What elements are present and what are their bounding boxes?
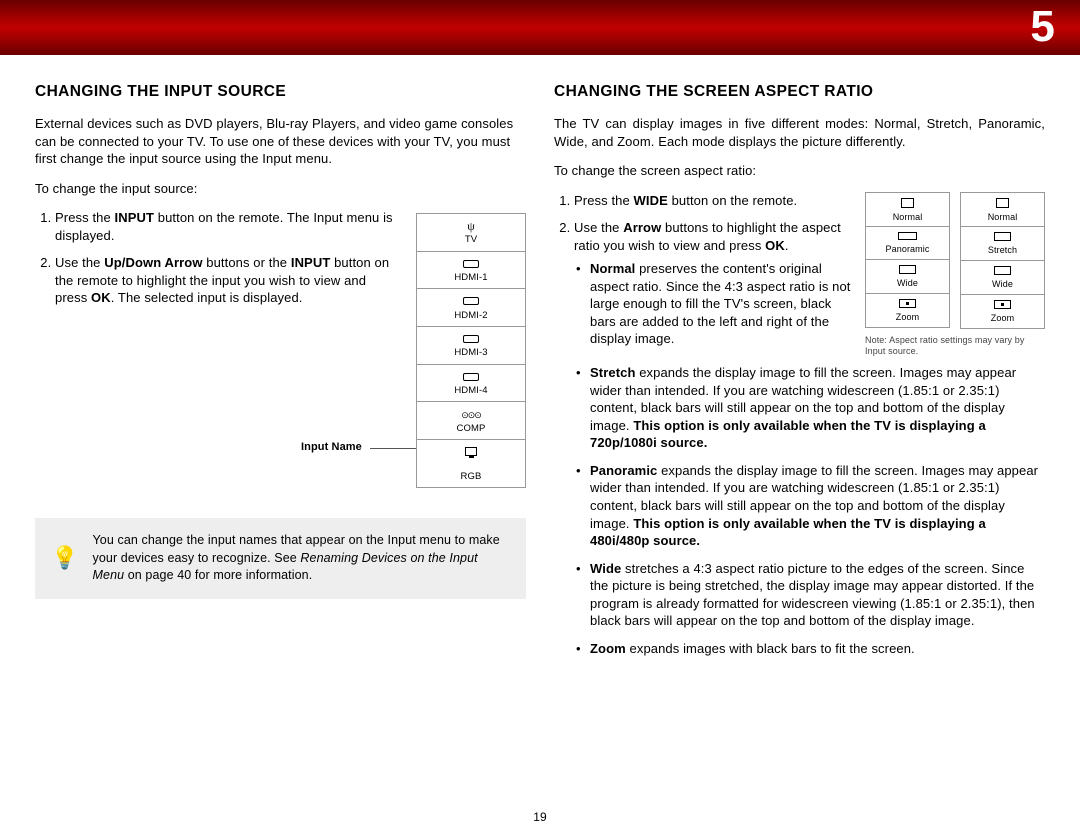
aspect-note: Note: Aspect ratio settings may vary by … [865,335,1045,358]
ratio-zoom-2: Zoom [960,295,1045,329]
left-heading: CHANGING THE INPUT SOURCE [35,83,526,101]
aspect-menu-left: Normal Panoramic Wide Zoom [865,192,950,329]
monitor-icon [465,447,477,456]
right-steps: Press the WIDE button on the remote. Use… [554,192,851,348]
left-step-2: Use the Up/Down Arrow buttons or the INP… [55,254,402,307]
desc-stretch: Stretch expands the display image to fil… [590,364,1045,452]
ratio-normal: Normal [865,193,950,228]
input-name-callout: Input Name [301,441,362,453]
antenna-icon [417,220,525,233]
wide-icon [994,266,1011,275]
right-intro: The TV can display images in five differ… [554,115,1045,150]
page-number: 19 [0,810,1080,824]
right-column: CHANGING THE SCREEN ASPECT RATIO The TV … [554,83,1045,667]
aspect-menu-right: Normal Stretch Wide Zoom [960,192,1045,329]
hdmi-icon [463,260,479,268]
hdmi-icon [463,297,479,305]
zoom-icon [899,299,916,308]
ratio-panoramic: Panoramic [865,227,950,260]
normal-icon [996,198,1009,208]
left-step-1: Press the INPUT button on the remote. Th… [55,209,402,244]
input-row-hdmi2: HDMI-2 [416,289,526,327]
left-intro: External devices such as DVD players, Bl… [35,115,526,168]
normal-icon [901,198,914,208]
desc-normal: Normal preserves the content's original … [590,260,851,348]
aspect-descriptions-top: Normal preserves the content's original … [574,260,851,348]
aspect-descriptions: Stretch expands the display image to fil… [554,364,1045,657]
right-step-1: Press the WIDE button on the remote. [574,192,851,210]
ratio-normal-2: Normal [960,193,1045,228]
tip-box: 💡 You can change the input names that ap… [35,518,526,599]
input-row-hdmi3: HDMI-3 [416,327,526,365]
left-steps: Press the INPUT button on the remote. Th… [35,209,402,307]
input-row-rgb: RGB [416,440,526,488]
panoramic-icon [898,232,917,240]
aspect-menu-wrapper: Normal Panoramic Wide Zoom Normal Stretc… [865,192,1045,359]
zoom-icon [994,300,1011,309]
ratio-stretch: Stretch [960,227,1045,261]
input-row-hdmi4: HDMI-4 [416,365,526,403]
left-column: CHANGING THE INPUT SOURCE External devic… [35,83,526,667]
wide-icon [899,265,916,274]
input-row-hdmi1: HDMI-1 [416,252,526,290]
desc-zoom: Zoom expands images with black bars to f… [590,640,1045,658]
ratio-wide: Wide [865,260,950,294]
hdmi-icon [463,335,479,343]
lightbulb-icon: 💡 [51,543,79,574]
tip-text: You can change the input names that appe… [93,532,511,585]
ratio-wide-2: Wide [960,261,1045,295]
top-bar: 5 [0,0,1080,55]
left-lead: To change the input source: [35,180,526,198]
page-content: CHANGING THE INPUT SOURCE External devic… [0,55,1080,667]
component-icon [417,408,525,421]
callout-line [370,448,416,449]
stretch-icon [994,232,1011,241]
desc-panoramic: Panoramic expands the display image to f… [590,462,1045,550]
chapter-number: 5 [1030,2,1055,52]
desc-wide: Wide stretches a 4:3 aspect ratio pictur… [590,560,1045,630]
right-lead: To change the screen aspect ratio: [554,162,1045,180]
input-menu: Input Name TV HDMI-1 HDMI-2 HDMI-3 HDMI-… [416,213,526,488]
right-heading: CHANGING THE SCREEN ASPECT RATIO [554,83,1045,101]
input-row-comp: COMP [416,402,526,440]
ratio-zoom: Zoom [865,294,950,328]
right-step-2: Use the Arrow buttons to highlight the a… [574,219,851,348]
hdmi-icon [463,373,479,381]
input-row-tv: TV [416,214,526,252]
